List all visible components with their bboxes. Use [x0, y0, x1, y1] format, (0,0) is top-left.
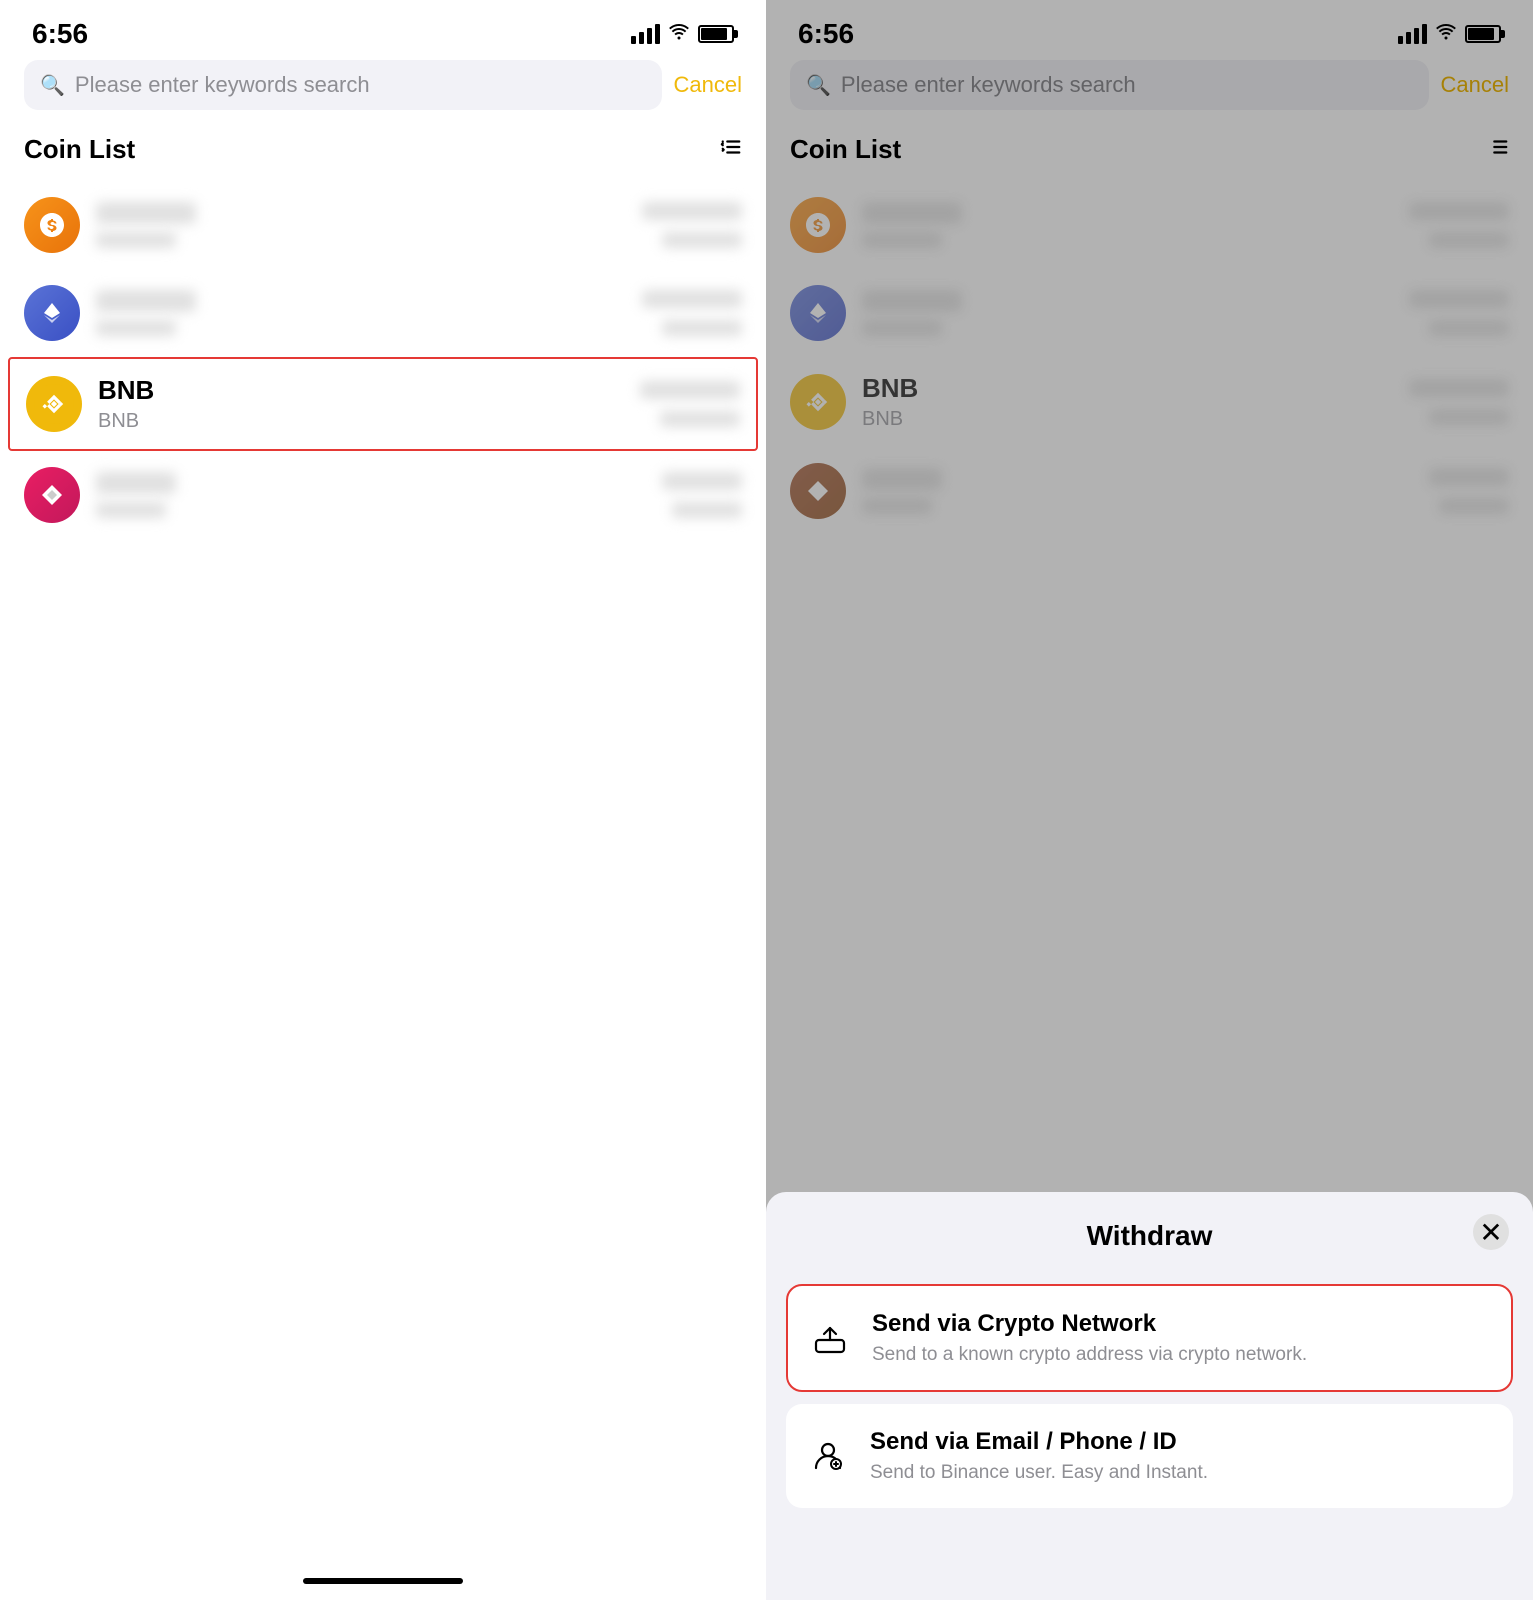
blurred-balance-4 [662, 472, 742, 490]
search-input-left[interactable]: 🔍 Please enter keywords search [24, 60, 662, 110]
battery-icon-left [698, 25, 734, 43]
email-option-text: Send via Email / Phone / ID Send to Bina… [870, 1428, 1493, 1484]
search-bar-left: 🔍 Please enter keywords search Cancel [0, 60, 766, 110]
crypto-option-text: Send via Crypto Network Send to a known … [872, 1310, 1491, 1366]
bnb-name: BNB [98, 375, 624, 406]
left-panel: 6:56 🔍 Please enter keywords search Canc… [0, 0, 766, 1600]
withdraw-title: Withdraw [1087, 1220, 1213, 1252]
blurred-name-4 [96, 472, 176, 494]
close-icon: ✕ [1479, 1216, 1502, 1249]
bottom-sheet: Withdraw ✕ Send via Crypto Network Send … [766, 1192, 1533, 1600]
send-email-option[interactable]: Send via Email / Phone / ID Send to Bina… [786, 1404, 1513, 1508]
bnb-balance [640, 381, 740, 427]
list-item[interactable] [0, 181, 766, 269]
crypto-option-title: Send via Crypto Network [872, 1310, 1491, 1338]
status-bar-left: 6:56 [0, 0, 766, 60]
right-panel: 6:56 🔍 Please enter keywords search Canc… [766, 0, 1533, 1600]
blurred-balance-2 [642, 290, 742, 308]
signal-icon-left [631, 24, 660, 44]
list-item[interactable] [0, 451, 766, 539]
bnb-info: BNB BNB [98, 375, 624, 433]
blurred-symbol-1 [96, 232, 176, 248]
search-placeholder-left: Please enter keywords search [75, 72, 370, 98]
blurred-bnb-value [660, 411, 740, 427]
coin-icon-blue [24, 285, 80, 341]
blurred-value-4 [672, 502, 742, 518]
bnb-list-item[interactable]: BNB BNB [8, 357, 758, 451]
wifi-icon-left [668, 23, 690, 46]
cancel-button-left[interactable]: Cancel [674, 72, 742, 98]
search-icon-left: 🔍 [40, 73, 65, 98]
sort-icon-left[interactable] [720, 136, 742, 164]
coin-info-4 [96, 472, 646, 518]
time-left: 6:56 [32, 18, 88, 50]
coin-info-2 [96, 290, 626, 336]
coin-balance-4 [662, 472, 742, 518]
coin-list-title-left: Coin List [24, 134, 135, 165]
blurred-value-1 [662, 232, 742, 248]
crypto-network-icon [808, 1316, 852, 1360]
bottom-sheet-header: Withdraw ✕ [766, 1192, 1533, 1272]
list-item[interactable] [0, 269, 766, 357]
coin-balance-1 [642, 202, 742, 248]
coin-balance-2 [642, 290, 742, 336]
home-indicator-left [303, 1578, 463, 1584]
blurred-bnb-balance [640, 381, 740, 399]
close-button[interactable]: ✕ [1473, 1214, 1509, 1250]
bnb-symbol: BNB [98, 410, 624, 433]
blurred-symbol-2 [96, 320, 176, 336]
coin-icon-pink [24, 467, 80, 523]
bnb-icon [26, 376, 82, 432]
status-icons-left [631, 23, 734, 46]
email-option-desc: Send to Binance user. Easy and Instant. [870, 1462, 1493, 1484]
blurred-symbol-4 [96, 502, 166, 518]
email-phone-icon [806, 1434, 850, 1478]
blurred-name-1 [96, 202, 196, 224]
coin-info-1 [96, 202, 626, 248]
coin-icon-orange [24, 197, 80, 253]
blurred-value-2 [662, 320, 742, 336]
blurred-balance-1 [642, 202, 742, 220]
coin-list-header-left: Coin List [0, 126, 766, 181]
email-option-title: Send via Email / Phone / ID [870, 1428, 1493, 1456]
blurred-name-2 [96, 290, 196, 312]
send-crypto-option[interactable]: Send via Crypto Network Send to a known … [786, 1284, 1513, 1392]
crypto-option-desc: Send to a known crypto address via crypt… [872, 1344, 1491, 1366]
